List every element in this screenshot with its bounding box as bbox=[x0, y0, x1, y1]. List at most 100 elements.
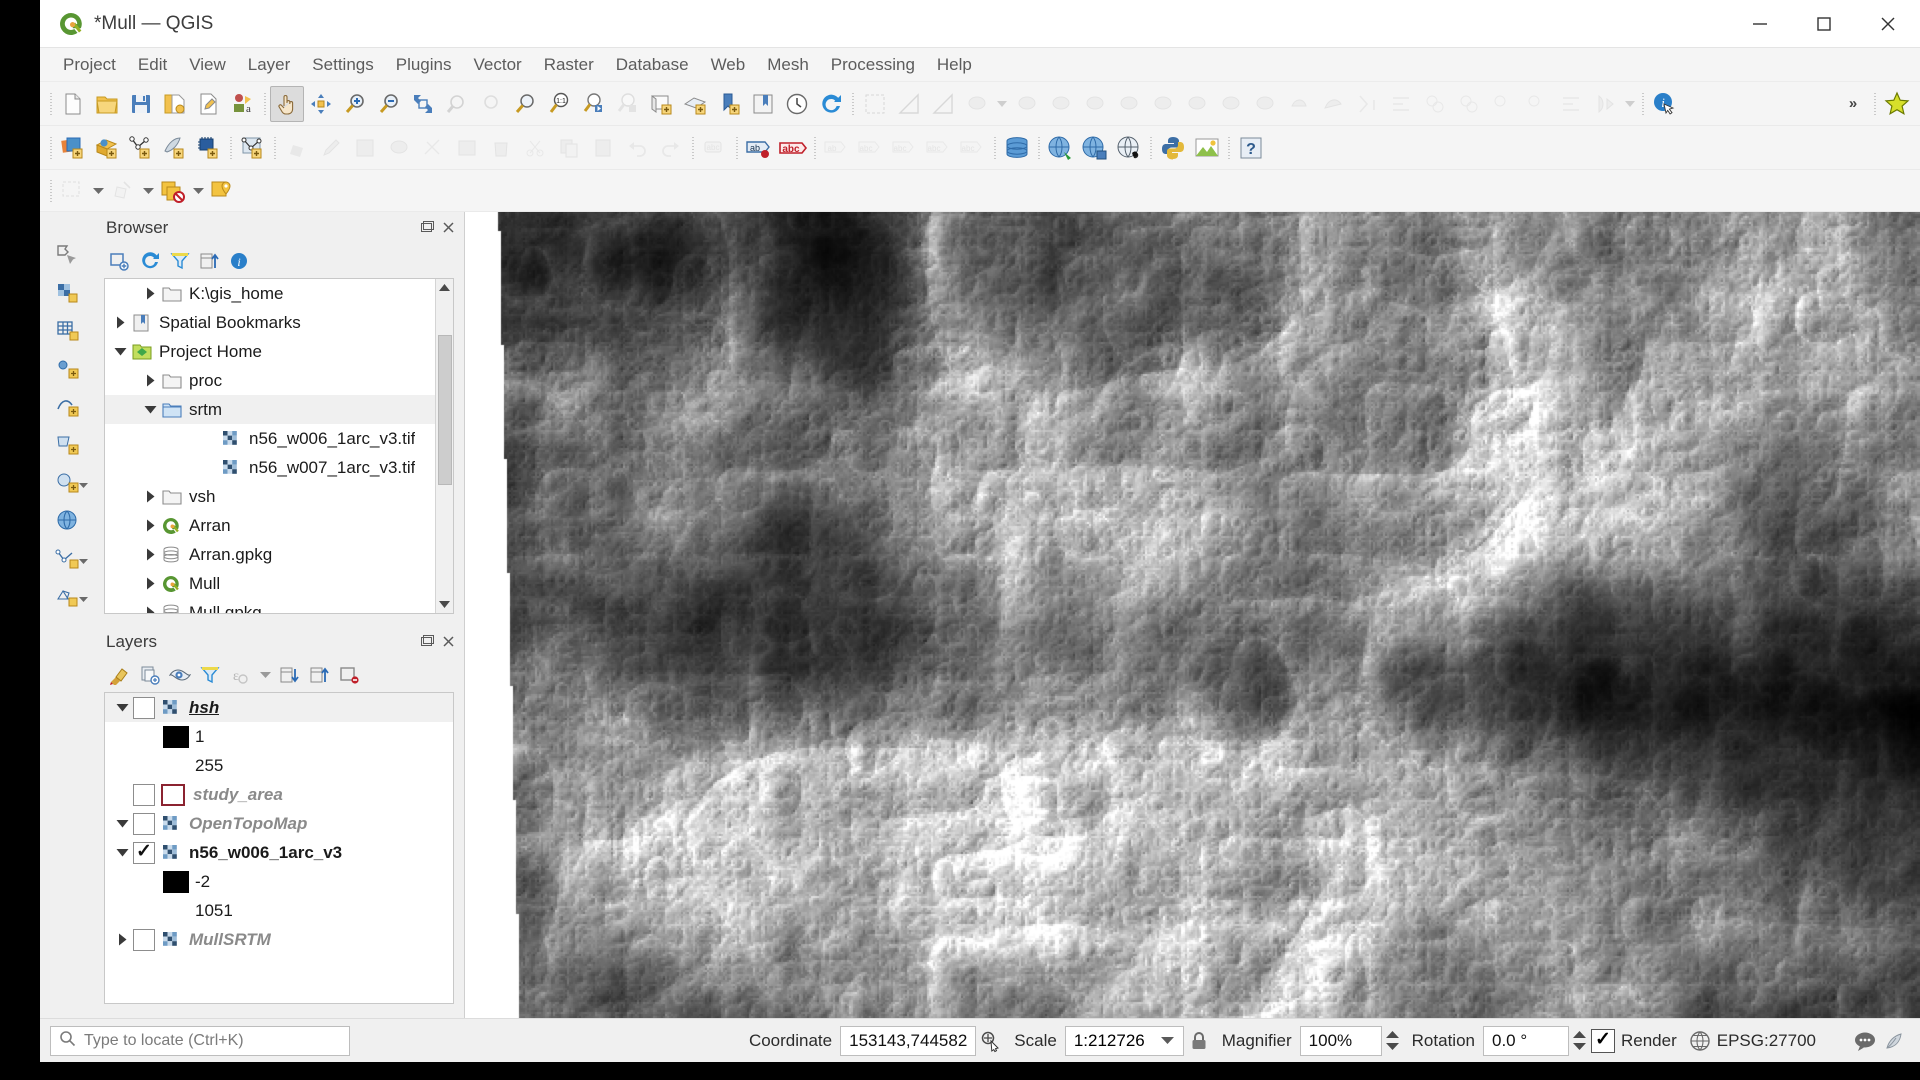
globe-icon[interactable] bbox=[46, 506, 90, 536]
project-properties-icon[interactable] bbox=[192, 86, 226, 122]
crs-globe-icon[interactable] bbox=[1685, 1026, 1715, 1056]
menu-item-edit[interactable]: Edit bbox=[127, 51, 178, 79]
map-canvas-container[interactable] bbox=[464, 212, 1920, 1018]
filter-browser-icon[interactable] bbox=[166, 248, 194, 274]
chevron-right-icon[interactable] bbox=[111, 933, 133, 946]
qgis-server-icon[interactable] bbox=[1078, 130, 1112, 166]
map-canvas[interactable] bbox=[465, 212, 1920, 1018]
menu-item-database[interactable]: Database bbox=[605, 51, 700, 79]
deselect-features-icon[interactable] bbox=[106, 173, 140, 209]
coordinate-value[interactable]: 153143,744582 bbox=[840, 1025, 977, 1056]
lock-scale-icon[interactable] bbox=[1184, 1026, 1214, 1056]
toolbar-handle[interactable] bbox=[1034, 135, 1044, 161]
toolbar-handle[interactable] bbox=[46, 135, 56, 161]
chevron-right-icon[interactable] bbox=[109, 316, 131, 329]
browser-tree-item[interactable]: srtm bbox=[105, 395, 453, 424]
menu-item-plugins[interactable]: Plugins bbox=[385, 51, 463, 79]
toolbar-handle[interactable] bbox=[1224, 135, 1234, 161]
chevron-down-icon[interactable] bbox=[79, 476, 88, 494]
chevron-down-icon[interactable] bbox=[256, 662, 274, 688]
collapse-all-icon[interactable] bbox=[196, 248, 224, 274]
open-project-icon[interactable] bbox=[90, 86, 124, 122]
layer-visibility-checkbox[interactable] bbox=[133, 928, 155, 951]
layer-visibility-checkbox[interactable] bbox=[133, 841, 155, 864]
scroll-down-arrow-icon[interactable] bbox=[436, 595, 453, 613]
show-properties-icon[interactable]: i bbox=[226, 248, 254, 274]
chevron-right-icon[interactable] bbox=[139, 490, 161, 503]
menu-item-raster[interactable]: Raster bbox=[533, 51, 605, 79]
chevron-down-icon[interactable] bbox=[79, 590, 88, 608]
plugin-star-icon[interactable] bbox=[1880, 86, 1914, 122]
layer-visibility-checkbox[interactable] bbox=[133, 696, 155, 719]
log-messages-icon[interactable] bbox=[1880, 1026, 1910, 1056]
chevron-right-icon[interactable] bbox=[139, 374, 161, 387]
chevron-down-icon[interactable] bbox=[1153, 1036, 1183, 1045]
layer-tree-item[interactable]: hsh bbox=[105, 693, 453, 722]
chevron-right-icon[interactable] bbox=[139, 606, 161, 613]
menu-item-help[interactable]: Help bbox=[926, 51, 983, 79]
chevron-right-icon[interactable] bbox=[139, 287, 161, 300]
chevron-down-icon[interactable] bbox=[111, 702, 133, 713]
filter-legend-icon[interactable] bbox=[196, 662, 224, 688]
highlight-pinned-labels-icon[interactable]: abc bbox=[776, 130, 810, 166]
new-project-icon[interactable] bbox=[56, 86, 90, 122]
browser-tree[interactable]: K:\gis_home Spatial Bookmarks Project Home… bbox=[104, 278, 454, 614]
collapse-all-icon[interactable] bbox=[306, 662, 334, 688]
zoom-in-icon[interactable] bbox=[338, 86, 372, 122]
toolbar-overflow-button[interactable]: » bbox=[1836, 86, 1870, 122]
toolbar-handle[interactable] bbox=[990, 135, 1000, 161]
browser-tree-item[interactable]: Project Home bbox=[105, 337, 453, 366]
add-raster-layer-icon[interactable] bbox=[90, 130, 124, 166]
refresh-icon[interactable] bbox=[136, 248, 164, 274]
browser-panel-float-button[interactable] bbox=[420, 220, 435, 240]
toolbar-handle[interactable] bbox=[1146, 135, 1156, 161]
style-manager-icon[interactable]: a bbox=[226, 86, 260, 122]
metasearch-icon[interactable] bbox=[1044, 130, 1078, 166]
toolbar-handle[interactable] bbox=[1870, 91, 1880, 117]
render-checkbox[interactable] bbox=[1590, 1028, 1615, 1053]
menu-item-processing[interactable]: Processing bbox=[820, 51, 926, 79]
layer-labeling-options-icon[interactable]: ab bbox=[742, 130, 776, 166]
layer-legend-entry[interactable]: 255 bbox=[105, 751, 453, 780]
magnifier-value[interactable]: 100% bbox=[1299, 1025, 1382, 1056]
open-layer-styling-panel-icon[interactable] bbox=[106, 662, 134, 688]
toolbar-handle[interactable] bbox=[270, 135, 280, 161]
save-project-icon[interactable] bbox=[124, 86, 158, 122]
mesh-icon[interactable] bbox=[46, 582, 90, 612]
zoom-last-icon[interactable] bbox=[576, 86, 610, 122]
python-console-icon[interactable] bbox=[1156, 130, 1190, 166]
new-3d-map-view-icon[interactable] bbox=[678, 86, 712, 122]
rotation-value[interactable]: 0.0 ° bbox=[1482, 1025, 1569, 1056]
toolbar-handle[interactable] bbox=[260, 91, 270, 117]
browser-tree-item[interactable]: Spatial Bookmarks bbox=[105, 308, 453, 337]
grid-icon[interactable] bbox=[46, 316, 90, 346]
browser-tree-item[interactable]: K:\gis_home bbox=[105, 279, 453, 308]
help-contents-icon[interactable]: ? bbox=[1234, 130, 1268, 166]
save-project-as-icon[interactable] bbox=[158, 86, 192, 122]
layers-panel-close-button[interactable] bbox=[441, 634, 456, 654]
chevron-down-icon[interactable] bbox=[111, 847, 133, 858]
toolbar-handle[interactable] bbox=[848, 91, 858, 117]
add-line-icon[interactable] bbox=[46, 392, 90, 422]
toolbar-handle[interactable] bbox=[226, 135, 236, 161]
menu-item-web[interactable]: Web bbox=[700, 51, 757, 79]
scroll-up-arrow-icon[interactable] bbox=[436, 279, 453, 297]
chevron-right-icon[interactable] bbox=[139, 548, 161, 561]
manage-map-themes-icon[interactable] bbox=[166, 662, 194, 688]
refresh-icon[interactable] bbox=[814, 86, 848, 122]
select-by-location-icon[interactable] bbox=[206, 173, 240, 209]
chevron-down-icon[interactable] bbox=[109, 346, 131, 357]
browser-tree-item[interactable]: Mull.gpkg bbox=[105, 598, 453, 613]
pan-map-icon[interactable] bbox=[270, 85, 304, 122]
expand-all-icon[interactable] bbox=[276, 662, 304, 688]
select-polygon-icon[interactable] bbox=[46, 240, 90, 270]
toolbar-handle[interactable] bbox=[810, 135, 820, 161]
browser-tree-item[interactable]: proc bbox=[105, 366, 453, 395]
layer-legend-entry[interactable]: 1051 bbox=[105, 896, 453, 925]
select-by-value-icon[interactable] bbox=[156, 173, 190, 209]
layer-tree-item[interactable]: OpenTopoMap bbox=[105, 809, 453, 838]
chevron-down-icon[interactable] bbox=[90, 173, 106, 209]
zoom-out-icon[interactable] bbox=[372, 86, 406, 122]
locator-input[interactable]: Type to locate (Ctrl+K) bbox=[50, 1025, 350, 1056]
add-vector-layer-icon[interactable] bbox=[56, 130, 90, 166]
